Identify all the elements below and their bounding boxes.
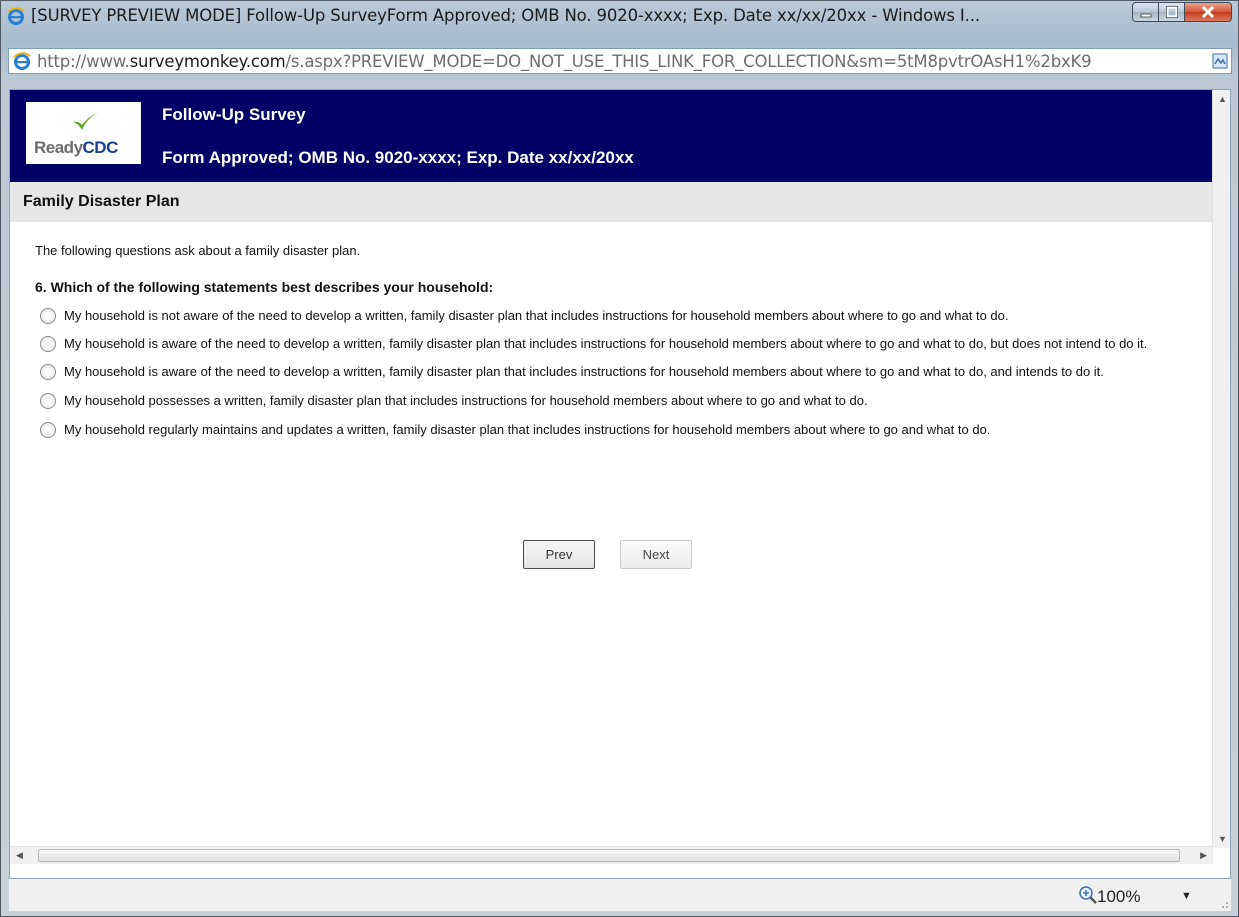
compatibility-view-icon[interactable]: [1212, 53, 1228, 69]
answer-option[interactable]: My household is aware of the need to dev…: [35, 334, 1165, 354]
url-text[interactable]: http://www.surveymonkey.com/s.aspx?PREVI…: [37, 52, 1197, 71]
survey-header: ReadyCDC Follow-Up Survey Form Approved;…: [10, 90, 1212, 182]
zoom-icon[interactable]: [1077, 884, 1099, 906]
radio-button[interactable]: [40, 308, 56, 324]
answer-option[interactable]: My household is not aware of the need to…: [35, 306, 1165, 326]
close-icon: [1201, 5, 1215, 19]
maximize-icon: [1165, 6, 1178, 18]
zoom-dropdown-icon[interactable]: ▼: [1181, 890, 1192, 902]
answer-option[interactable]: My household is aware of the need to dev…: [35, 362, 1165, 382]
answer-label[interactable]: My household possesses a written, family…: [64, 393, 868, 408]
prev-button[interactable]: Prev: [523, 540, 595, 569]
radio-button[interactable]: [40, 393, 56, 409]
answer-label[interactable]: My household is aware of the need to dev…: [64, 336, 1147, 351]
page-viewport: ReadyCDC Follow-Up Survey Form Approved;…: [9, 89, 1231, 879]
status-bar: 100% ▼: [9, 879, 1231, 911]
answer-option[interactable]: My household possesses a written, family…: [35, 391, 1165, 411]
answer-option[interactable]: My household regularly maintains and upd…: [35, 420, 1165, 440]
question-text: 6. Which of the following statements bes…: [35, 279, 494, 295]
section-intro: The following questions ask about a fami…: [35, 243, 361, 258]
checkmark-icon: [73, 112, 99, 130]
close-button[interactable]: [1185, 2, 1232, 22]
answer-label[interactable]: My household is aware of the need to dev…: [64, 364, 1104, 379]
maximize-button[interactable]: [1159, 2, 1185, 22]
horizontal-scroll-thumb[interactable]: [38, 849, 1180, 862]
scroll-up-icon[interactable]: ▲: [1218, 94, 1227, 104]
vertical-scrollbar[interactable]: ▲ ▼: [1212, 90, 1230, 848]
logo-text: ReadyCDC: [34, 138, 118, 157]
zoom-level[interactable]: 100%: [1097, 887, 1140, 907]
resize-grip-icon[interactable]: [1219, 899, 1229, 909]
window-controls: [1132, 2, 1232, 22]
section-title: Family Disaster Plan: [23, 193, 180, 210]
next-button[interactable]: Next: [620, 540, 692, 569]
ready-cdc-logo: ReadyCDC: [26, 102, 141, 164]
address-bar[interactable]: http://www.surveymonkey.com/s.aspx?PREVI…: [8, 48, 1232, 74]
radio-button[interactable]: [40, 364, 56, 380]
answer-label[interactable]: My household regularly maintains and upd…: [64, 422, 990, 437]
url-domain: surveymonkey.com: [129, 52, 286, 71]
ie-logo-icon: [7, 7, 25, 25]
radio-button[interactable]: [40, 422, 56, 438]
survey-title: Follow-Up Survey: [162, 105, 306, 124]
browser-window: [SURVEY PREVIEW MODE] Follow-Up SurveyFo…: [0, 0, 1239, 917]
title-bar[interactable]: [SURVEY PREVIEW MODE] Follow-Up SurveyFo…: [1, 1, 1238, 31]
window-title: [SURVEY PREVIEW MODE] Follow-Up SurveyFo…: [31, 6, 980, 25]
url-prefix: http://www.: [37, 52, 130, 71]
minimize-button[interactable]: [1132, 2, 1159, 22]
horizontal-scrollbar[interactable]: ◀ ▶: [10, 846, 1213, 864]
scroll-left-icon[interactable]: ◀: [16, 850, 23, 861]
url-path: /s.aspx?PREVIEW_MODE=DO_NOT_USE_THIS_LIN…: [285, 52, 1092, 71]
answer-label[interactable]: My household is not aware of the need to…: [64, 308, 1009, 323]
answer-list: My household is not aware of the need to…: [35, 300, 1165, 440]
survey-subtitle: Form Approved; OMB No. 9020-xxxx; Exp. D…: [162, 148, 634, 167]
section-header: Family Disaster Plan: [10, 182, 1212, 222]
minimize-icon: [1140, 13, 1151, 18]
scroll-right-icon[interactable]: ▶: [1200, 850, 1207, 861]
radio-button[interactable]: [40, 336, 56, 352]
scroll-down-icon[interactable]: ▼: [1218, 834, 1227, 844]
ie-page-icon: [13, 52, 31, 70]
